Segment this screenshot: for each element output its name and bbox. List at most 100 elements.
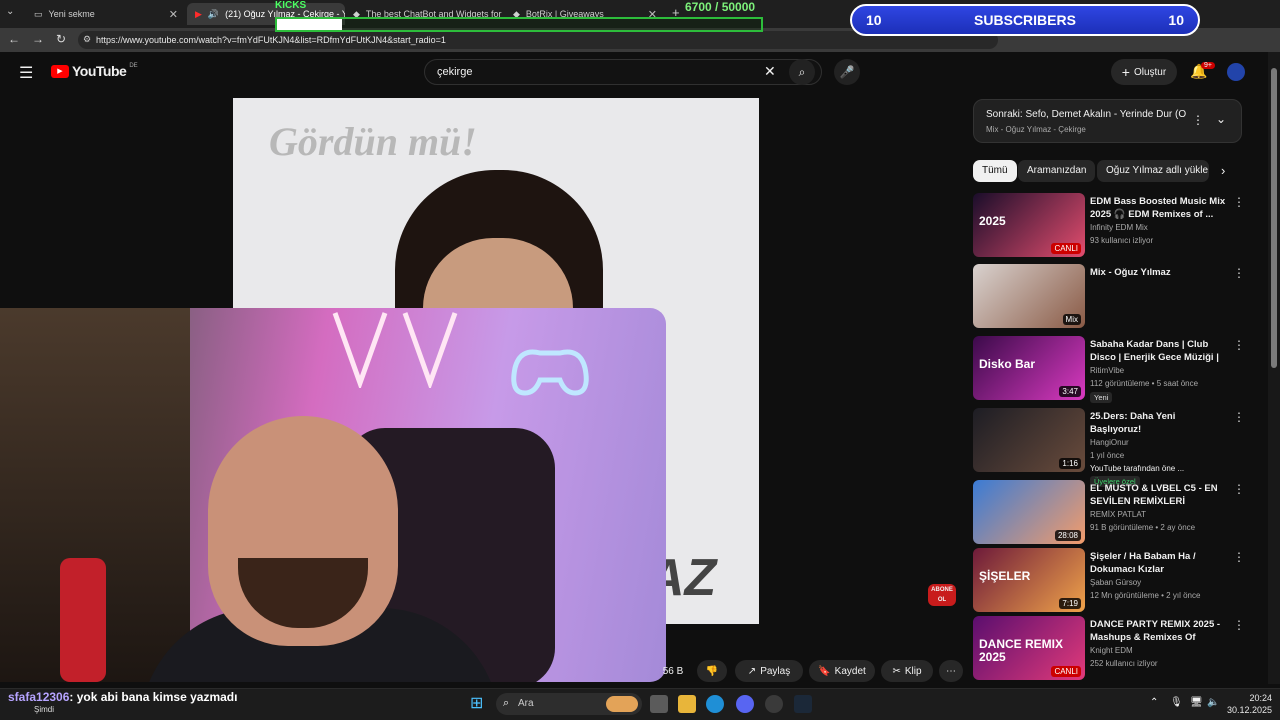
video-thumbnail[interactable]: 28:08 — [973, 480, 1085, 544]
windows-start-icon[interactable]: ⊞ — [470, 695, 488, 713]
more-vert-icon[interactable]: ⋮ — [1233, 195, 1245, 209]
tab-new[interactable]: ▭ Yeni sekme ✕ — [26, 3, 186, 25]
recommendation-item[interactable]: ŞİŞELER 7:19 Şişeler / Ha Babam Ha / Dokum… — [973, 548, 1245, 612]
video-thumbnail[interactable]: 1:16 — [973, 408, 1085, 472]
youtube-icon: ▶ — [195, 8, 202, 19]
recommendation-title[interactable]: EL MUSTO & LVBEL C5 - EN SEVİLEN REMİXLE… — [1090, 482, 1228, 508]
recommendation-item[interactable]: 1:16 25.Ders: Daha Yeni Başlıyoruz! HangiO… — [973, 408, 1245, 487]
voice-search-button[interactable]: 🎤 — [834, 59, 860, 85]
video-thumbnail[interactable]: Disko Bar 3:47 — [973, 336, 1085, 400]
recommendation-title[interactable]: EDM Bass Boosted Music Mix 2025 🎧 EDM Re… — [1090, 195, 1228, 221]
channel-name[interactable]: RitimVibe — [1090, 366, 1124, 375]
youtube-logo[interactable]: ▶ YouTube DE — [51, 63, 138, 79]
recommendation-item[interactable]: 2025 CANLI EDM Bass Boosted Music Mix 2025… — [973, 193, 1245, 257]
recommendation-title[interactable]: Mix - Oğuz Yılmaz — [1090, 266, 1228, 279]
more-icon: ⋯ — [946, 665, 956, 677]
recommendation-item[interactable]: Mix Mix - Oğuz Yılmaz ⋮ — [973, 264, 1245, 328]
recommendation-item[interactable]: DANCE REMIX 2025 CANLI DANCE PARTY REMIX 2… — [973, 616, 1245, 680]
kicks-goal-overlay: KICKS 6700 / 50000 — [275, 0, 765, 34]
clear-search-icon[interactable]: ✕ — [764, 63, 776, 80]
chip-uploaded-by[interactable]: Oğuz Yılmaz adlı yükle — [1097, 160, 1209, 182]
video-extra: YouTube tarafından öne ... — [1090, 464, 1185, 473]
monitor-tray-icon[interactable]: 🖥 — [1190, 697, 1203, 708]
channel-name[interactable]: HangiOnur — [1090, 438, 1129, 447]
duration-badge: 3:47 — [1059, 386, 1081, 397]
live-badge: CANLI — [1051, 666, 1081, 677]
chevron-down-icon[interactable]: ⌄ — [1216, 112, 1226, 126]
save-label: Kaydet — [834, 665, 866, 677]
chat-message: : yok abi bana kimse yazmadı — [69, 690, 238, 704]
chip-from-search[interactable]: Aramanızdan — [1018, 160, 1096, 182]
more-vert-icon[interactable]: ⋮ — [1233, 338, 1245, 352]
clock-time: 20:24 — [1249, 693, 1272, 703]
share-button[interactable]: ↗ Paylaş — [735, 660, 803, 682]
chevron-right-icon[interactable]: › — [1221, 163, 1225, 178]
more-vert-icon[interactable]: ⋮ — [1233, 618, 1245, 632]
video-meta: 1 yıl önce — [1090, 451, 1125, 460]
menu-icon[interactable]: ☰ — [19, 63, 33, 83]
search-input[interactable]: çekirge — [424, 59, 822, 85]
discord-icon[interactable] — [736, 695, 754, 713]
site-settings-icon[interactable]: ⚙ — [83, 34, 91, 45]
more-vert-icon[interactable]: ⋮ — [1233, 482, 1245, 496]
channel-name[interactable]: Infinity EDM Mix — [1090, 223, 1148, 232]
up-next-title: Sonraki: Sefo, Demet Akalın - Yerinde Du… — [986, 109, 1186, 120]
up-next-panel[interactable]: Sonraki: Sefo, Demet Akalın - Yerinde Du… — [973, 99, 1242, 143]
recommendation-title[interactable]: DANCE PARTY REMIX 2025 - Mashups & Remix… — [1090, 618, 1228, 644]
page-scrollbar[interactable] — [1268, 52, 1280, 684]
search-icon: ⌕ — [503, 697, 510, 709]
clock-date: 30.12.2025 — [1226, 705, 1272, 715]
neon-gamepad-icon — [511, 349, 589, 396]
clock[interactable]: 20:24 30.12.2025 — [1222, 692, 1272, 716]
video-thumbnail[interactable]: ŞİŞELER 7:19 — [973, 548, 1085, 612]
tray-chevron-icon[interactable]: ⌃ — [1150, 697, 1158, 708]
microphone-tray-icon[interactable]: 🎙 — [1170, 697, 1183, 708]
recommendation-title[interactable]: Şişeler / Ha Babam Ha / Dokumacı Kızlar — [1090, 550, 1228, 576]
channel-name[interactable]: REMİX PATLAT — [1090, 510, 1146, 519]
forward-icon[interactable]: → — [32, 32, 44, 46]
more-vert-icon[interactable]: ⋮ — [1233, 410, 1245, 424]
create-button[interactable]: + Oluştur — [1111, 59, 1177, 85]
more-vert-icon[interactable]: ⋮ — [1233, 550, 1245, 564]
more-vert-icon[interactable]: ⋮ — [1192, 113, 1204, 127]
video-thumbnail[interactable]: Mix — [973, 264, 1085, 328]
scrollbar-thumb[interactable] — [1271, 68, 1277, 368]
close-tab-icon[interactable]: ✕ — [169, 8, 178, 21]
abone-label: ABONE OL — [931, 587, 953, 603]
video-meta: 91 B görüntüleme • 2 ay önce — [1090, 523, 1196, 532]
reload-icon[interactable]: ↻ — [56, 32, 66, 46]
chip-label: Aramanızdan — [1027, 165, 1087, 176]
channel-name[interactable]: Şaban Gürsoy — [1090, 578, 1141, 587]
steam-icon[interactable] — [794, 695, 812, 713]
search-highlight-icon[interactable] — [606, 696, 638, 712]
video-thumbnail[interactable]: 2025 CANLI — [973, 193, 1085, 257]
file-explorer-icon[interactable] — [678, 695, 696, 713]
more-vert-icon[interactable]: ⋮ — [1233, 266, 1245, 280]
microphone-icon: 🎤 — [839, 65, 855, 79]
save-button[interactable]: 🔖 Kaydet — [809, 660, 875, 682]
recommendation-item[interactable]: Disko Bar 3:47 Sabaha Kadar Dans | Club Di… — [973, 336, 1245, 403]
tab-list-icon[interactable]: ⌄ — [6, 6, 14, 17]
video-thumbnail[interactable]: DANCE REMIX 2025 CANLI — [973, 616, 1085, 680]
recommendation-item[interactable]: 28:08 EL MUSTO & LVBEL C5 - EN SEVİLEN RE… — [973, 480, 1245, 544]
avatar[interactable] — [1227, 63, 1245, 81]
clip-button[interactable]: ✂ Klip — [881, 660, 933, 682]
edge-icon[interactable] — [706, 695, 724, 713]
more-actions-button[interactable]: ⋯ — [939, 660, 963, 682]
search-value: çekirge — [437, 66, 473, 78]
subscribe-overlay-badge[interactable]: ABONE OL — [928, 584, 956, 606]
obs-icon[interactable] — [765, 695, 783, 713]
recommendation-title[interactable]: 25.Ders: Daha Yeni Başlıyoruz! — [1090, 410, 1228, 436]
volume-tray-icon[interactable]: 🔈 — [1207, 697, 1219, 708]
recommendation-title[interactable]: Sabaha Kadar Dans | Club Disco | Enerjik… — [1090, 338, 1228, 364]
duration-badge: 7:19 — [1059, 598, 1081, 609]
speaker-icon[interactable]: 🔊 — [208, 9, 219, 20]
like-count: 56 B — [662, 665, 684, 677]
search-button[interactable]: ⌕ — [789, 59, 815, 85]
chip-all[interactable]: Tümü — [973, 160, 1017, 182]
dislike-button[interactable]: 👎 — [697, 660, 727, 682]
task-view-icon[interactable] — [650, 695, 668, 713]
back-icon[interactable]: ← — [8, 32, 20, 46]
tab-label: Yeni sekme — [48, 9, 95, 19]
channel-name[interactable]: Knight EDM — [1090, 646, 1133, 655]
